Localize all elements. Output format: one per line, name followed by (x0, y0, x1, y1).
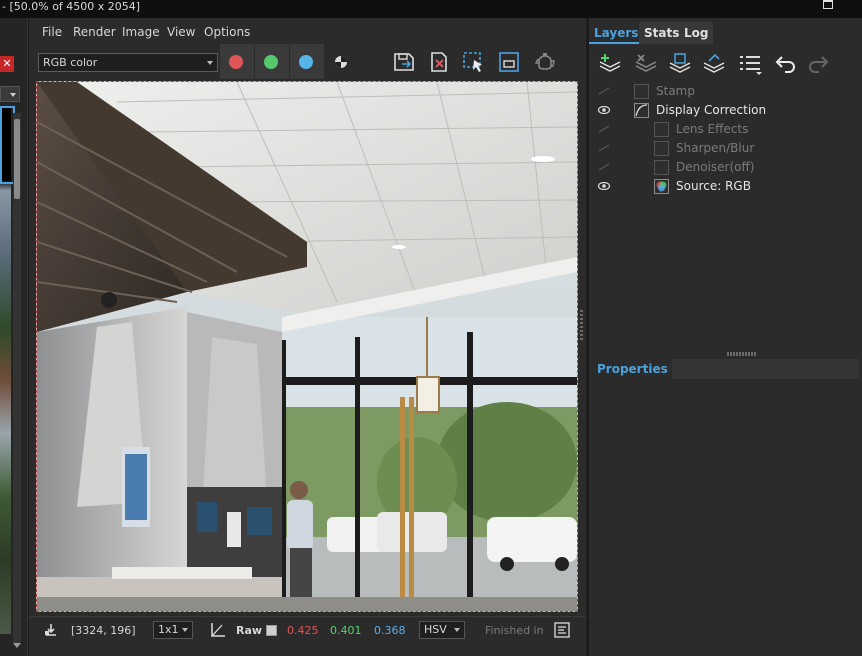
layer-label: Display Correction (656, 103, 767, 117)
log-list-icon[interactable] (554, 622, 570, 638)
save-layer-icon[interactable] (667, 52, 693, 76)
lock-pick-icon[interactable] (42, 621, 60, 639)
sharpen-icon (654, 141, 669, 156)
layer-toolbar (589, 48, 862, 80)
menu-options[interactable]: Options (204, 25, 250, 39)
frame-buffer-window: File Render Image View Options RGB color (29, 18, 586, 656)
eye-icon[interactable] (598, 182, 610, 190)
undo-icon[interactable] (773, 52, 799, 76)
region-select-icon[interactable] (462, 51, 486, 73)
frame-view-icon[interactable] (497, 51, 521, 73)
panel-tabs: Layers Stats Log (589, 22, 862, 44)
panel-splitter[interactable] (727, 352, 757, 356)
clear-image-icon[interactable] (427, 51, 451, 73)
eye-hidden-icon[interactable] (598, 163, 610, 171)
mono-channel-button[interactable] (325, 44, 359, 79)
layer-stamp[interactable]: Stamp (589, 82, 862, 101)
eye-icon[interactable] (598, 106, 610, 114)
blue-value: 0.368 (374, 624, 406, 637)
color-mode-value: HSV (424, 623, 447, 636)
color-mode-select[interactable]: HSV (419, 621, 465, 639)
tab-log[interactable]: Log (679, 22, 714, 44)
layer-denoiser[interactable]: Denoiser(off) (589, 158, 862, 177)
layer-label: Source: RGB (676, 179, 751, 193)
tab-stats[interactable]: Stats (639, 22, 685, 44)
chevron-down-icon (454, 628, 460, 632)
chevron-down-icon (182, 628, 188, 632)
tab-properties[interactable]: Properties (593, 359, 672, 379)
red-value: 0.425 (287, 624, 319, 637)
layer-source-rgb[interactable]: Source: RGB (589, 177, 862, 196)
lens-effects-icon (654, 122, 669, 137)
load-layer-icon[interactable] (701, 52, 727, 76)
render-viewport[interactable] (36, 81, 578, 612)
green-dot-icon (264, 55, 278, 69)
channel-select-value: RGB color (43, 56, 98, 69)
layer-sharpen-blur[interactable]: Sharpen/Blur (589, 139, 862, 158)
tab-layers[interactable]: Layers (589, 22, 644, 44)
frame-toolbar: RGB color (29, 44, 586, 80)
green-value: 0.401 (330, 624, 362, 637)
layers-panel: Layers Stats Log Stamp Display Correctio… (588, 18, 862, 656)
scroll-down-icon[interactable] (13, 643, 21, 651)
denoiser-icon (654, 160, 669, 175)
render-image (37, 82, 577, 611)
window-title: - [50.0% of 4500 x 2054] (2, 0, 141, 13)
stamp-icon (634, 84, 649, 99)
layer-label: Denoiser(off) (676, 160, 755, 174)
half-circle-icon (335, 56, 347, 68)
raw-checkbox[interactable] (266, 625, 277, 636)
menu-image[interactable]: Image (122, 25, 160, 39)
zoom-select[interactable]: 1x1 (153, 621, 193, 639)
layer-lens-effects[interactable]: Lens Effects (589, 120, 862, 139)
zoom-select-value: 1x1 (158, 623, 179, 636)
title-bar: - [50.0% of 4500 x 2054] (0, 0, 862, 18)
layer-display-correction[interactable]: Display Correction (589, 101, 862, 120)
redo-icon[interactable] (805, 52, 831, 76)
blue-dot-icon (299, 55, 313, 69)
properties-header: Properties (593, 359, 859, 379)
remove-layer-icon[interactable] (633, 52, 659, 76)
render-time: Finished in (485, 624, 544, 637)
thumbnail-list[interactable] (0, 106, 15, 634)
save-image-icon[interactable] (392, 51, 416, 73)
right-splitter[interactable] (580, 310, 583, 340)
red-channel-button[interactable] (220, 44, 254, 79)
curve-icon[interactable] (209, 621, 227, 639)
side-window: ✕ (0, 18, 28, 656)
red-dot-icon (229, 55, 243, 69)
menu-render[interactable]: Render (73, 25, 116, 39)
menu-bar: File Render Image View Options (29, 18, 586, 44)
layer-list-icon[interactable] (737, 52, 763, 76)
eye-hidden-icon[interactable] (598, 125, 610, 133)
side-dropdown[interactable] (0, 86, 20, 102)
eye-hidden-icon[interactable] (598, 144, 610, 152)
raw-label: Raw (236, 624, 263, 637)
layer-label: Stamp (656, 84, 695, 98)
add-layer-icon[interactable] (597, 52, 623, 76)
pixel-coords: [3324, 196] (71, 624, 136, 637)
layer-label: Lens Effects (676, 122, 749, 136)
layer-label: Sharpen/Blur (676, 141, 755, 155)
channel-select[interactable]: RGB color (38, 53, 218, 72)
green-channel-button[interactable] (255, 44, 289, 79)
curve-icon (634, 103, 649, 118)
blue-channel-button[interactable] (290, 44, 324, 79)
close-icon[interactable]: ✕ (0, 56, 14, 72)
rgb-source-icon (654, 179, 669, 194)
chevron-down-icon (207, 61, 213, 65)
menu-file[interactable]: File (42, 25, 62, 39)
side-scrollbar[interactable] (13, 113, 21, 645)
status-bar: [3324, 196] 1x1 Raw 0.425 0.401 0.368 HS… (29, 616, 586, 644)
eye-hidden-icon[interactable] (598, 87, 610, 95)
menu-view[interactable]: View (167, 25, 195, 39)
maximize-button[interactable] (823, 0, 833, 9)
teapot-render-icon[interactable] (533, 51, 557, 73)
